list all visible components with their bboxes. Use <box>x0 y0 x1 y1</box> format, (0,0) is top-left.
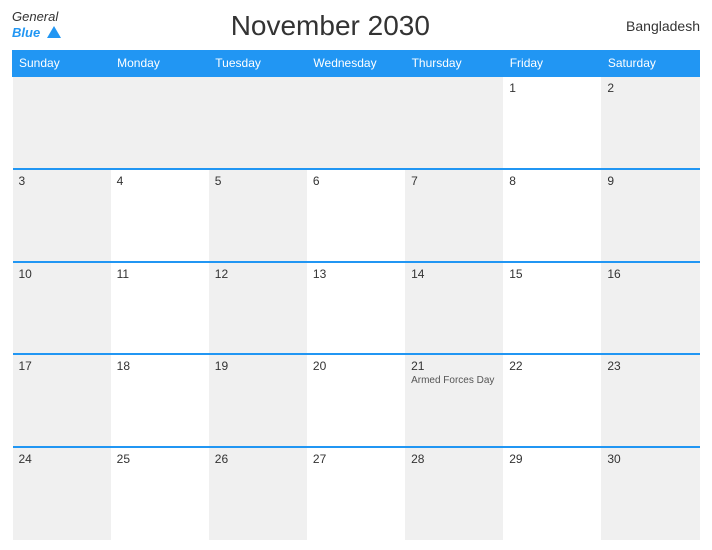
weekday-header-row: Sunday Monday Tuesday Wednesday Thursday… <box>13 51 700 77</box>
calendar-day-cell <box>209 76 307 169</box>
day-number: 27 <box>313 452 399 466</box>
logo-general-text: General <box>12 10 61 24</box>
calendar-day-cell: 11 <box>111 262 209 355</box>
day-number: 21 <box>411 359 497 373</box>
day-number: 4 <box>117 174 203 188</box>
logo-triangle-icon <box>47 26 61 38</box>
calendar-day-cell: 9 <box>601 169 699 262</box>
day-number: 13 <box>313 267 399 281</box>
header-tuesday: Tuesday <box>209 51 307 77</box>
header-monday: Monday <box>111 51 209 77</box>
logo: General Blue <box>12 10 61 42</box>
day-number: 2 <box>607 81 693 95</box>
calendar-day-cell <box>111 76 209 169</box>
calendar-week-row: 3456789 <box>13 169 700 262</box>
day-number: 22 <box>509 359 595 373</box>
day-number: 24 <box>19 452 105 466</box>
calendar-day-cell: 4 <box>111 169 209 262</box>
day-number: 6 <box>313 174 399 188</box>
day-number: 9 <box>607 174 693 188</box>
day-number: 12 <box>215 267 301 281</box>
calendar-header: General Blue November 2030 Bangladesh <box>12 10 700 42</box>
calendar-day-cell: 3 <box>13 169 111 262</box>
day-number: 10 <box>19 267 105 281</box>
event-label: Armed Forces Day <box>411 375 497 386</box>
header-sunday: Sunday <box>13 51 111 77</box>
calendar-day-cell: 15 <box>503 262 601 355</box>
day-number: 20 <box>313 359 399 373</box>
calendar-day-cell: 23 <box>601 354 699 447</box>
calendar-day-cell: 27 <box>307 447 405 540</box>
calendar-day-cell: 28 <box>405 447 503 540</box>
calendar-week-row: 10 11 12 13 14 15 16 <box>13 262 700 355</box>
calendar-day-cell: 24 <box>13 447 111 540</box>
day-number: 26 <box>215 452 301 466</box>
day-number: 30 <box>607 452 693 466</box>
calendar-day-cell: 6 <box>307 169 405 262</box>
calendar-day-cell: 22 <box>503 354 601 447</box>
calendar-day-cell: 5 <box>209 169 307 262</box>
day-number: 23 <box>607 359 693 373</box>
calendar-container: General Blue November 2030 Bangladesh Su… <box>0 0 712 550</box>
day-number: 16 <box>607 267 693 281</box>
calendar-table: Sunday Monday Tuesday Wednesday Thursday… <box>12 50 700 540</box>
day-number: 19 <box>215 359 301 373</box>
day-number: 17 <box>19 359 105 373</box>
calendar-week-row: 17 18 19 20 21 Armed Forces Day 22 23 <box>13 354 700 447</box>
calendar-day-cell: 1 <box>503 76 601 169</box>
day-number: 25 <box>117 452 203 466</box>
calendar-day-cell: 26 <box>209 447 307 540</box>
calendar-day-cell: 25 <box>111 447 209 540</box>
calendar-week-row: 24 25 26 27 28 29 30 <box>13 447 700 540</box>
calendar-day-cell: 13 <box>307 262 405 355</box>
calendar-day-cell <box>13 76 111 169</box>
calendar-day-cell: 2 <box>601 76 699 169</box>
calendar-day-cell: 21 Armed Forces Day <box>405 354 503 447</box>
calendar-day-cell: 19 <box>209 354 307 447</box>
day-number: 11 <box>117 267 203 281</box>
calendar-day-cell: 20 <box>307 354 405 447</box>
header-saturday: Saturday <box>601 51 699 77</box>
day-number: 7 <box>411 174 497 188</box>
day-number: 1 <box>509 81 595 95</box>
calendar-day-cell: 7 <box>405 169 503 262</box>
calendar-day-cell: 18 <box>111 354 209 447</box>
day-number: 29 <box>509 452 595 466</box>
calendar-day-cell <box>307 76 405 169</box>
calendar-day-cell: 12 <box>209 262 307 355</box>
day-number: 5 <box>215 174 301 188</box>
logo-blue-text: Blue <box>12 24 61 42</box>
calendar-day-cell: 14 <box>405 262 503 355</box>
calendar-week-row: 12 <box>13 76 700 169</box>
day-number: 28 <box>411 452 497 466</box>
header-thursday: Thursday <box>405 51 503 77</box>
day-number: 14 <box>411 267 497 281</box>
calendar-title: November 2030 <box>61 10 600 42</box>
day-number: 8 <box>509 174 595 188</box>
day-number: 18 <box>117 359 203 373</box>
calendar-day-cell: 29 <box>503 447 601 540</box>
day-number: 3 <box>19 174 105 188</box>
calendar-day-cell: 10 <box>13 262 111 355</box>
calendar-day-cell: 8 <box>503 169 601 262</box>
header-friday: Friday <box>503 51 601 77</box>
calendar-day-cell: 17 <box>13 354 111 447</box>
calendar-day-cell <box>405 76 503 169</box>
country-label: Bangladesh <box>600 18 700 34</box>
header-wednesday: Wednesday <box>307 51 405 77</box>
calendar-day-cell: 30 <box>601 447 699 540</box>
day-number: 15 <box>509 267 595 281</box>
calendar-day-cell: 16 <box>601 262 699 355</box>
